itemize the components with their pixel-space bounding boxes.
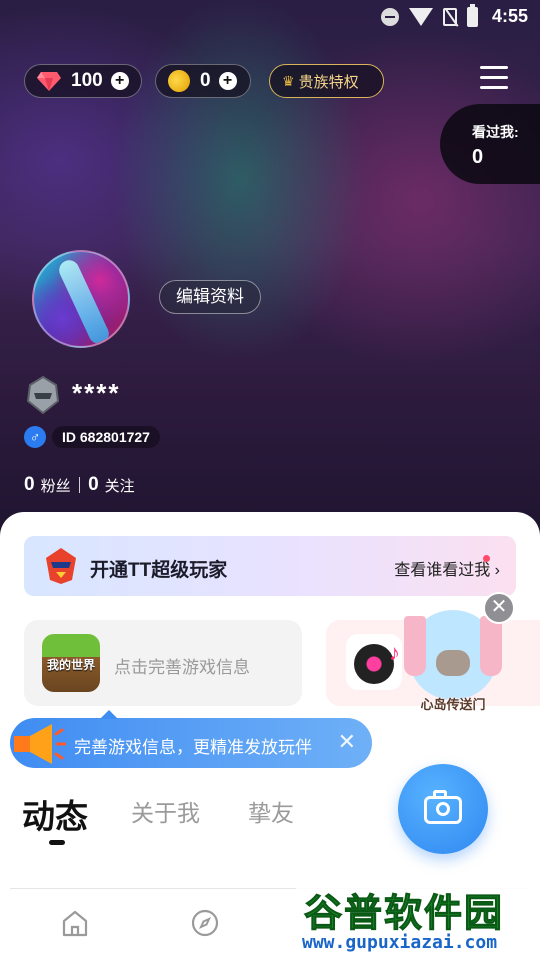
divider <box>78 477 81 493</box>
noble-privileges-button[interactable]: ♛ 贵族特权 <box>269 64 384 98</box>
fans-count[interactable]: 0 <box>24 474 35 496</box>
following-count[interactable]: 0 <box>88 474 99 496</box>
close-icon[interactable]: ✕ <box>338 729 356 755</box>
tab-moments[interactable]: 动态 <box>22 790 88 838</box>
diamond-count: 100 <box>71 70 103 91</box>
discover-icon[interactable] <box>190 908 220 938</box>
site-watermark: 谷普软件园 www.gupuxiazai.com <box>296 876 540 960</box>
game-icon-text: 我的世界 <box>46 658 95 672</box>
wifi-icon <box>408 7 433 26</box>
tt-logo-icon <box>46 548 76 584</box>
game-info-card[interactable]: 我的世界 点击完善游戏信息 <box>24 620 302 706</box>
follow-stats: 0 粉丝 0 关注 <box>24 474 143 496</box>
diamond-icon <box>37 72 61 91</box>
music-disc-icon: ♪ <box>346 634 402 690</box>
tab-best-friends[interactable]: 挚友 <box>248 794 294 828</box>
watermark-url: www.gupuxiazai.com <box>302 932 498 953</box>
add-beans-button[interactable]: + <box>218 72 237 90</box>
add-diamonds-button[interactable]: + <box>110 72 129 90</box>
noble-label: 贵族特权 <box>298 73 359 91</box>
chevron-right-icon: › <box>494 562 500 579</box>
cat-icon <box>436 650 470 676</box>
level-knight-icon <box>26 375 60 415</box>
nickname: **** <box>72 378 121 408</box>
status-bar: 4:55 <box>0 0 540 36</box>
gender-male-icon: ♂ <box>24 426 46 448</box>
fans-label[interactable]: 粉丝 <box>41 475 71 496</box>
user-id-badge[interactable]: ID 682801727 <box>52 426 160 448</box>
minecraft-game-icon: 我的世界 <box>42 634 100 692</box>
tab-about-me[interactable]: 关于我 <box>131 794 200 828</box>
battery-icon <box>466 3 478 27</box>
crown-icon: ♛ <box>282 72 295 89</box>
visitors-count: 0 <box>472 146 484 168</box>
camera-button[interactable] <box>398 764 488 854</box>
island-portal-widget[interactable]: 心岛传送门 <box>404 610 502 714</box>
super-player-banner[interactable]: 开通TT超级玩家 查看谁看过我 › <box>24 536 516 596</box>
bean-icon <box>164 66 194 96</box>
megaphone-icon <box>14 724 66 764</box>
status-time: 4:55 <box>491 6 528 26</box>
following-label[interactable]: 关注 <box>105 475 135 496</box>
who-viewed-me-label: 查看谁看过我 <box>394 562 491 579</box>
no-sim-icon <box>442 7 457 26</box>
game-info-prompt: 点击完善游戏信息 <box>114 658 250 677</box>
do-not-disturb-icon <box>380 7 399 26</box>
home-icon[interactable] <box>60 908 90 938</box>
menu-icon[interactable] <box>480 66 508 90</box>
diamond-balance[interactable]: 100 + <box>24 64 142 98</box>
close-portal-button[interactable]: ✕ <box>483 592 515 624</box>
tip-text: 完善游戏信息，更精准发放玩伴 <box>74 738 312 757</box>
visitors-label: 看过我: <box>472 124 519 140</box>
bean-balance[interactable]: 0 + <box>155 64 251 98</box>
active-tab-indicator <box>49 840 65 845</box>
watermark-title: 谷普软件园 <box>303 893 505 936</box>
who-viewed-me-link[interactable]: 查看谁看过我 › <box>394 556 500 580</box>
avatar[interactable] <box>32 250 130 348</box>
visitors-panel[interactable]: 看过我: 0 <box>440 104 540 184</box>
bean-count: 0 <box>200 70 211 91</box>
super-player-title: 开通TT超级玩家 <box>90 560 228 581</box>
game-info-tip[interactable]: 完善游戏信息，更精准发放玩伴 ✕ <box>10 710 372 768</box>
island-portal-label: 心岛传送门 <box>420 697 486 712</box>
edit-profile-button[interactable]: 编辑资料 <box>159 280 261 314</box>
